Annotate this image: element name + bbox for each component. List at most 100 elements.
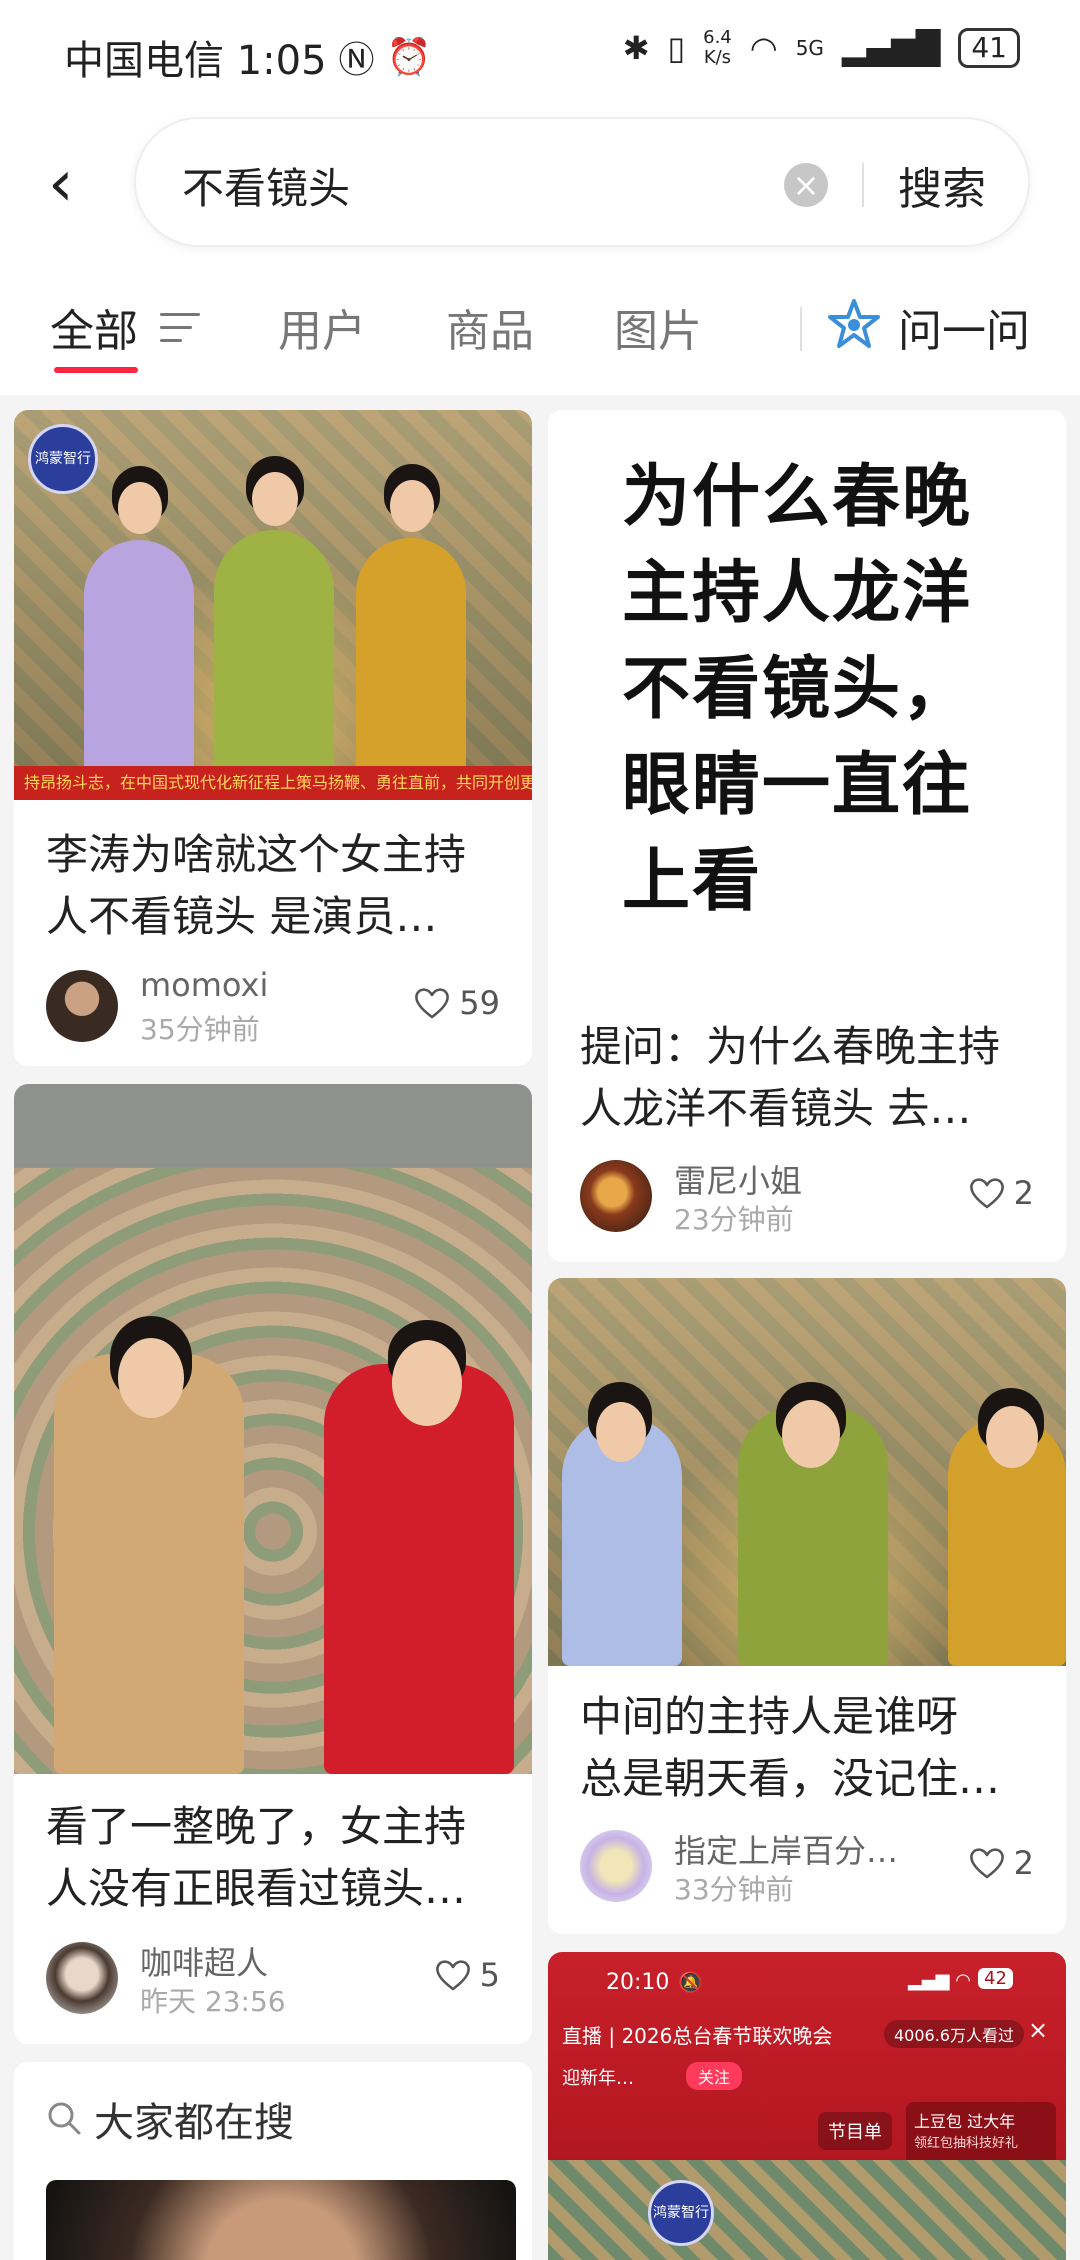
host-figure [214,530,334,800]
viewer-count: 4006.6万人看过 [884,2020,1024,2048]
post-card-4[interactable]: 中间的主持人是谁呀 总是朝天看，没记住… 指定上岸百分… 33分钟前 2 [548,1278,1066,1934]
wifi-icon: ◠ [749,29,778,67]
post-card-2[interactable]: 为什么春晚 主持人龙洋 不看镜头， 眼睛一直往 上看 提问：为什么春晚主持 人龙… [548,410,1066,1262]
heart-icon [969,1178,1004,1209]
like-button[interactable]: 59 [413,984,500,1022]
nfc-icon: Ⓝ [338,40,375,81]
heart-icon [435,1960,470,1991]
face [392,1340,462,1426]
battery-icon: 42 [978,1968,1013,1989]
like-count: 2 [1013,1174,1034,1212]
face [596,1402,646,1462]
cover-text-line: 眼睛一直往 [622,746,973,825]
trending-thumbnail[interactable] [46,2180,516,2260]
post-title[interactable]: 看了一整晚了，女主持 人没有正眼看过镜头… [46,1796,466,1920]
live-stream-card[interactable]: 20:10 🔕 ▂▄▆ ◠ 42 直播 | 2026总台春节联欢晚会 4006.… [548,1952,1066,2260]
author-name[interactable]: 咖啡超人 [140,1938,268,1984]
host-figure [84,540,194,800]
promo-subtitle: 领红包抽科技好礼 [914,2136,1019,2151]
status-bar: 中国电信 1:05 Ⓝ ⏰ ✱ ▯ 6.4 K/s ◠ 5G ▂▄▆█ 41 [0,0,1080,105]
battery-icon: 41 [958,28,1020,68]
post-title[interactable]: 提问：为什么春晚主持 人龙洋不看镜头 去… [580,1016,1000,1140]
tab-users[interactable]: 用户 [278,295,366,359]
speed-value: 6.4 [703,27,732,48]
cover-text-line: 上看 [622,842,763,921]
face [118,482,162,534]
post-time: 昨天 23:56 [140,1985,286,2018]
author-row: momoxi 35分钟前 59 [46,966,500,1046]
trending-search-card: 大家都在搜 [14,2062,532,2260]
post-image[interactable] [14,1084,532,1774]
mute-icon: 🔕 [678,1970,703,1994]
tab-all[interactable]: 全部 [50,295,138,359]
back-icon[interactable]: ‹ [48,149,74,219]
post-title-line: 人不看镜头 是演员… [46,892,438,941]
host-figure [356,538,466,800]
live-time: 20:10 [606,1970,670,1995]
heart-icon [969,1848,1004,1879]
tab-divider [800,307,802,351]
tab-images[interactable]: 图片 [614,295,702,359]
clear-icon[interactable]: × [784,163,828,207]
active-tab-indicator [54,367,138,373]
post-title-line: 总是朝天看，没记住… [580,1754,1001,1803]
caption-banner: 持昂扬斗志，在中国式现代化新征程上策马扬鞭、勇往直前，共同开创更加美好的未 [14,766,532,800]
promo-banner[interactable]: 上豆包 过大年 领红包抽科技好礼 [906,2102,1056,2166]
tab-products[interactable]: 商品 [446,295,534,359]
cover-text-line: 为什么春晚 [622,458,973,537]
program-list-button[interactable]: 节目单 [818,2112,892,2150]
heart-icon [415,988,450,1019]
network-speed: 6.4 K/s [703,28,732,68]
signal-icon: ▂▄▆█ [841,29,941,67]
brand-badge: 鸿蒙智行 [28,424,98,494]
like-button[interactable]: 2 [968,1844,1034,1882]
post-title[interactable]: 李涛为啥就这个女主持 人不看镜头 是演员… [46,824,466,948]
avatar[interactable] [46,1942,118,2014]
author-row: 咖啡超人 昨天 23:56 5 [46,1938,500,2018]
network-type: 5G [795,36,824,60]
post-card-1[interactable]: 鸿蒙智行 持昂扬斗志，在中国式现代化新征程上策马扬鞭、勇往直前，共同开创更加美好… [14,410,532,1066]
bluetooth-icon: ✱ [622,29,650,67]
post-card-3[interactable]: 看了一整晚了，女主持 人没有正眼看过镜头… 咖啡超人 昨天 23:56 5 [14,1084,532,2044]
post-image[interactable] [548,1278,1066,1666]
avatar[interactable] [580,1160,652,1232]
face [118,1338,184,1418]
avatar[interactable] [46,970,118,1042]
star-icon[interactable] [826,297,882,353]
speed-unit: K/s [703,47,732,68]
search-divider [862,163,864,207]
follow-button[interactable]: 关注 [686,2062,743,2090]
promo-title: 上豆包 过大年 [914,2112,1016,2131]
post-text-cover[interactable]: 为什么春晚 主持人龙洋 不看镜头， 眼睛一直往 上看 [548,410,1066,1000]
status-left: 中国电信 1:05 Ⓝ ⏰ [64,28,431,86]
author-name[interactable]: 指定上岸百分… [674,1826,898,1872]
post-title[interactable]: 中间的主持人是谁呀 总是朝天看，没记住… [580,1686,1000,1810]
avatar[interactable] [580,1830,652,1902]
search-header: ‹ 不看镜头 × 搜索 [0,105,1080,275]
post-title-line: 人龙洋不看镜头 去… [580,1084,972,1133]
search-input[interactable]: 不看镜头 [182,155,350,216]
post-title-line: 看了一整晚了，女主持 [46,1802,467,1851]
author-name[interactable]: 雷尼小姐 [674,1156,802,1202]
channel-name[interactable]: 迎新年… [562,2064,634,2090]
like-count: 5 [479,1956,500,1994]
signal-icon: ▂▄▆ ◠ [908,1970,971,1991]
filter-icon[interactable] [160,313,200,345]
post-time: 23分钟前 [674,1203,794,1236]
face [390,480,434,532]
filter-tabs: 全部 用户 商品 图片 问一问 [0,275,1080,395]
cover-text-line: 主持人龙洋 [622,554,973,633]
ask-button[interactable]: 问一问 [898,295,1030,359]
live-video-preview[interactable]: 鸿蒙智行 [548,2160,1066,2260]
like-button[interactable]: 5 [434,1956,500,1994]
like-button[interactable]: 2 [968,1174,1034,1212]
live-title[interactable]: 直播 | 2026总台春节联欢晚会 [562,2020,832,2049]
close-icon[interactable]: × [1028,2016,1048,2044]
post-image[interactable]: 鸿蒙智行 持昂扬斗志，在中国式现代化新征程上策马扬鞭、勇往直前，共同开创更加美好… [14,410,532,800]
post-title-line: 李涛为啥就这个女主持 [46,830,467,879]
author-row: 指定上岸百分… 33分钟前 2 [580,1826,1034,1906]
search-box[interactable]: 不看镜头 × 搜索 [134,117,1030,247]
like-count: 2 [1013,1844,1034,1882]
author-name[interactable]: momoxi [140,966,268,1004]
search-button[interactable]: 搜索 [898,153,986,217]
